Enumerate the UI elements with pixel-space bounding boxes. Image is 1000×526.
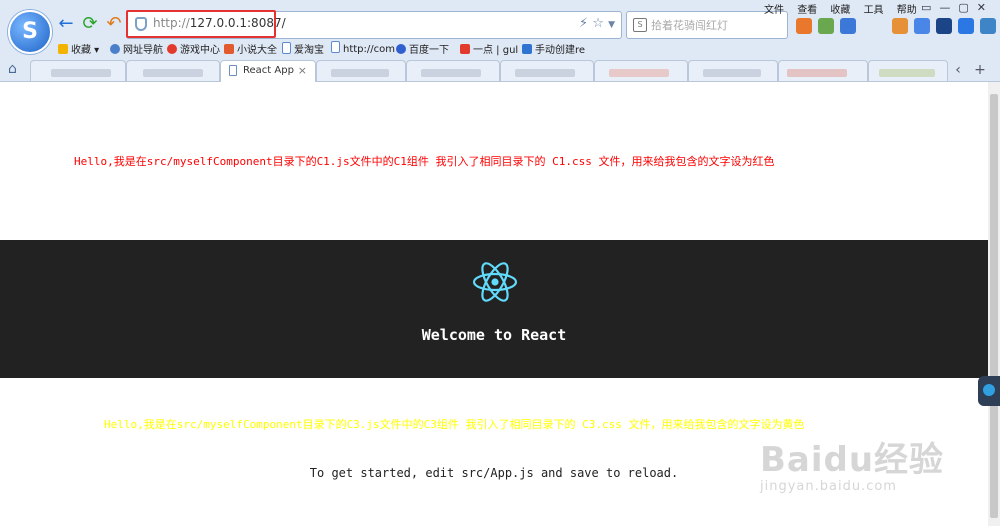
bookmark-label: 收藏	[71, 45, 91, 56]
app-header: Welcome to React	[0, 240, 988, 378]
extension-icon[interactable]	[958, 18, 974, 34]
refresh-icon[interactable]: ⟳	[80, 14, 100, 34]
bookmark-label: 爱淘宝	[294, 45, 324, 56]
chevron-down-icon[interactable]: ▼	[608, 20, 615, 30]
scrollbar-thumb[interactable]	[990, 94, 998, 518]
search-engine-icon[interactable]: S	[633, 18, 647, 32]
c3-yellow-text: Hello,我是在src/myselfComponent目录下的C3.js文件中…	[104, 418, 805, 431]
novel-icon	[224, 44, 234, 54]
bookmark-item[interactable]: 一点 | gul	[460, 41, 518, 56]
scroll-tabs-left-icon[interactable]: ‹	[950, 62, 966, 78]
blurred-tab-title	[703, 69, 761, 77]
bookmarks-bar: 收藏 ▾ 网址导航 游戏中心 小说大全 爱淘宝 http://com 百度一下 …	[0, 38, 1000, 58]
browser-toolbar: S ← ⟳ ↶ http://127.0.0.1:8087/ ⚡ ☆ ▼ S 拾…	[0, 0, 1000, 54]
menu-help[interactable]: 帮助	[897, 5, 917, 16]
maximize-button[interactable]: ▢	[958, 1, 976, 14]
star-icon	[58, 44, 68, 54]
bookmark-label: 手动创建re	[535, 45, 586, 56]
menu-favorites[interactable]: 收藏	[830, 5, 850, 16]
bookmark-item[interactable]: 手动创建re	[522, 41, 585, 56]
bookmark-item[interactable]: 小说大全	[224, 41, 277, 56]
bookmark-item[interactable]: 收藏 ▾	[58, 41, 99, 56]
extension-icon[interactable]	[796, 18, 812, 34]
tab-strip: ⌂ React App × ‹ +	[0, 58, 1000, 82]
zhihu-icon	[522, 44, 532, 54]
lightning-icon[interactable]: ⚡	[579, 16, 588, 31]
globe-icon	[110, 44, 120, 54]
menu-tools[interactable]: 工具	[864, 5, 884, 16]
minimize-button[interactable]: —	[939, 1, 958, 14]
download-icon[interactable]	[980, 18, 996, 34]
window-controls: ▭—▢✕	[921, 1, 994, 14]
extension-icon[interactable]	[818, 18, 834, 34]
search-placeholder: 拾着花骑闯红灯	[651, 19, 728, 32]
bookmark-item[interactable]: 游戏中心	[167, 41, 220, 56]
tab[interactable]	[688, 60, 778, 81]
extension-icon[interactable]	[936, 18, 952, 34]
blurred-tab-title	[421, 69, 481, 77]
vertical-scrollbar[interactable]	[988, 82, 1000, 526]
key-icon[interactable]	[892, 18, 908, 34]
tab[interactable]	[316, 60, 406, 81]
page-icon	[331, 41, 340, 53]
baidu-watermark: Baidu经验 jingyan.baidu.com	[760, 432, 944, 494]
side-widget-icon[interactable]	[978, 376, 1000, 406]
tab[interactable]	[778, 60, 868, 81]
skin-icon[interactable]: ▭	[921, 1, 939, 14]
bookmark-label: 百度一下	[409, 45, 449, 56]
tab[interactable]	[500, 60, 594, 81]
undo-icon[interactable]: ↶	[104, 14, 124, 34]
blurred-tab-title	[609, 69, 669, 77]
tab[interactable]	[594, 60, 688, 81]
blurred-tab-title	[51, 69, 111, 77]
blurred-tab-title	[515, 69, 575, 77]
page-viewport: Hello,我是在src/myselfComponent目录下的C1.js文件中…	[0, 82, 988, 526]
watermark-url: jingyan.baidu.com	[760, 479, 897, 494]
address-bar-icons: ⚡ ☆ ▼	[579, 16, 615, 31]
tab[interactable]	[868, 60, 948, 81]
blurred-tab-title	[331, 69, 389, 77]
menu-file[interactable]: 文件	[764, 5, 784, 16]
tab-title: React App	[243, 65, 294, 76]
home-icon[interactable]: ⌂	[8, 61, 17, 77]
menu-bar: 文件 查看 收藏 工具 帮助	[764, 1, 927, 16]
bookmark-label: 小说大全	[237, 45, 277, 56]
tab-react-app[interactable]: React App ×	[220, 60, 316, 82]
bookmark-item[interactable]: 百度一下	[396, 41, 449, 56]
tab[interactable]	[406, 60, 500, 81]
page-icon	[229, 65, 237, 76]
page-icon	[282, 42, 291, 54]
blurred-tab-title	[879, 69, 935, 77]
url-highlight-box	[126, 10, 276, 38]
close-tab-icon[interactable]: ×	[298, 64, 307, 77]
bookmark-item[interactable]: 爱淘宝	[282, 41, 324, 56]
back-arrow-icon[interactable]: ←	[56, 14, 76, 34]
blurred-tab-title	[787, 69, 847, 77]
blurred-tab-title	[143, 69, 203, 77]
game-icon	[167, 44, 177, 54]
tt-icon	[460, 44, 470, 54]
app-title: Welcome to React	[421, 326, 567, 344]
menu-view[interactable]: 查看	[797, 5, 817, 16]
close-window-button[interactable]: ✕	[977, 1, 994, 14]
star-icon[interactable]: ☆	[592, 16, 604, 31]
tab[interactable]	[126, 60, 220, 81]
browser-chrome: S ← ⟳ ↶ http://127.0.0.1:8087/ ⚡ ☆ ▼ S 拾…	[0, 0, 1000, 82]
paw-icon	[396, 44, 406, 54]
bookmark-label: 游戏中心	[180, 45, 220, 56]
watermark-brand: Baidu经验	[760, 440, 945, 480]
scissors-icon[interactable]	[840, 18, 856, 34]
new-tab-button[interactable]: +	[972, 62, 988, 78]
widget-dot	[983, 384, 995, 396]
c1-red-text: Hello,我是在src/myselfComponent目录下的C1.js文件中…	[74, 155, 775, 168]
tab[interactable]	[30, 60, 126, 81]
extension-icon[interactable]	[914, 18, 930, 34]
react-logo-icon	[472, 262, 518, 302]
bookmark-item[interactable]: http://com	[331, 41, 395, 55]
bookmark-label: http://com	[343, 44, 395, 55]
bookmark-item[interactable]: 网址导航	[110, 41, 163, 56]
bookmark-label: 一点 | gul	[473, 45, 519, 56]
bookmark-label: 网址导航	[123, 45, 163, 56]
